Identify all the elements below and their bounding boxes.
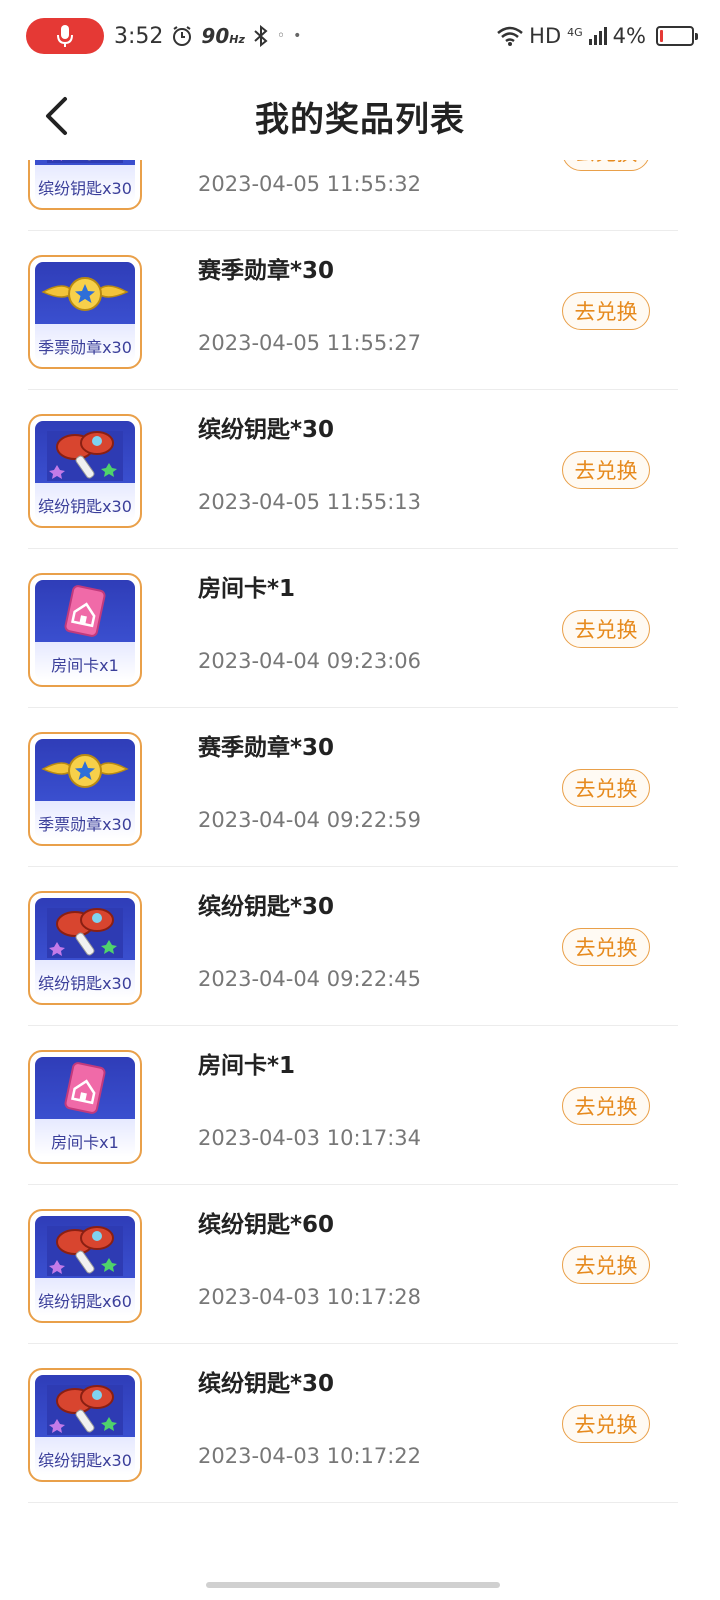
prize-item: 缤纷钥匙x30 缤纷钥匙*30 2023-04-04 09:22:45 去兑换 [28, 867, 678, 1026]
room-card-icon [35, 580, 135, 646]
prize-name: 赛季勋章*30 [198, 258, 335, 284]
prize-name: 缤纷钥匙*30 [198, 894, 335, 920]
key-icon [35, 421, 135, 487]
prize-thumbnail-label: 季票勋章x30 [38, 338, 132, 357]
prize-name: 赛季勋章*30 [198, 735, 335, 761]
prize-time: 2023-04-04 09:22:45 [198, 967, 422, 991]
prize-item: 缤纷钥匙x30 缤纷钥匙*30 2023-04-05 11:55:32 去兑换 [28, 160, 678, 231]
redeem-button[interactable]: 去兑换 [562, 1405, 650, 1443]
battery-percent: 4% [612, 24, 646, 48]
prize-item: 季票勋章x30 赛季勋章*30 2023-04-04 09:22:59 去兑换 [28, 708, 678, 867]
prize-time: 2023-04-05 11:55:13 [198, 490, 422, 514]
prize-name: 房间卡*1 [198, 1053, 296, 1079]
wifi-icon [497, 26, 523, 46]
prize-thumbnail-label: 缤纷钥匙x30 [38, 497, 132, 516]
prize-time: 2023-04-04 09:22:59 [198, 808, 422, 832]
prize-thumbnail: 缤纷钥匙x60 [28, 1209, 142, 1323]
prize-thumbnail: 缤纷钥匙x30 [28, 1368, 142, 1482]
chevron-left-icon [46, 97, 67, 135]
signal-icon [588, 27, 607, 45]
prize-thumbnail: 房间卡x1 [28, 573, 142, 687]
prize-thumbnail-label: 缤纷钥匙x60 [38, 1292, 132, 1311]
refresh-rate: 90Hz [201, 24, 245, 48]
prize-thumbnail-label: 季票勋章x30 [38, 815, 132, 834]
key-icon [35, 1216, 135, 1282]
prize-item: 季票勋章x30 赛季勋章*30 2023-04-05 11:55:27 去兑换 [28, 231, 678, 390]
battery-icon [656, 26, 698, 46]
home-indicator[interactable] [206, 1582, 500, 1588]
prize-thumbnail-label: 缤纷钥匙x30 [38, 1451, 132, 1470]
prize-time: 2023-04-03 10:17:34 [198, 1126, 422, 1150]
medal-icon [35, 262, 135, 328]
battery-level [660, 30, 663, 42]
prize-thumbnail-label: 房间卡x1 [51, 656, 119, 675]
prize-item: 房间卡x1 房间卡*1 2023-04-03 10:17:34 去兑换 [28, 1026, 678, 1185]
notification-dot-icon: ◦ [276, 28, 286, 44]
redeem-button[interactable]: 去兑换 [562, 610, 650, 648]
prize-time: 2023-04-03 10:17:28 [198, 1285, 422, 1309]
prize-thumbnail: 房间卡x1 [28, 1050, 142, 1164]
prize-name: 缤纷钥匙*30 [198, 417, 335, 443]
status-time: 3:52 [114, 23, 164, 49]
prize-thumbnail: 季票勋章x30 [28, 732, 142, 846]
page-title: 我的奖品列表 [255, 99, 465, 140]
redeem-button[interactable]: 去兑换 [562, 1087, 650, 1125]
prize-item: 缤纷钥匙x30 缤纷钥匙*30 2023-04-03 10:17:22 去兑换 [28, 1344, 678, 1503]
microphone-icon [57, 25, 73, 47]
redeem-button[interactable]: 去兑换 [562, 928, 650, 966]
prize-thumbnail-label: 缤纷钥匙x30 [38, 974, 132, 993]
header: 我的奖品列表 [0, 72, 720, 160]
bluetooth-icon [254, 25, 268, 47]
prize-thumbnail: 缤纷钥匙x30 [28, 160, 142, 210]
key-icon [35, 160, 135, 169]
signal-type: 4G [567, 26, 583, 39]
prize-item: 缤纷钥匙x60 缤纷钥匙*60 2023-04-03 10:17:28 去兑换 [28, 1185, 678, 1344]
prize-item: 房间卡x1 房间卡*1 2023-04-04 09:23:06 去兑换 [28, 549, 678, 708]
prize-list[interactable]: 缤纷钥匙x30 缤纷钥匙*30 2023-04-05 11:55:32 去兑换 … [0, 160, 720, 1580]
microphone-indicator[interactable] [26, 18, 104, 54]
prize-thumbnail: 季票勋章x30 [28, 255, 142, 369]
prize-time: 2023-04-05 11:55:27 [198, 331, 422, 355]
notification-dot-icon: • [293, 28, 302, 44]
prize-time: 2023-04-05 11:55:32 [198, 172, 422, 196]
back-button[interactable] [34, 94, 78, 138]
redeem-button[interactable]: 去兑换 [562, 451, 650, 489]
key-icon [35, 1375, 135, 1441]
status-bar: 3:52 90Hz ◦ • HD 4G 4% [0, 0, 720, 72]
prize-name: 缤纷钥匙*60 [198, 1212, 335, 1238]
alarm-icon [173, 26, 192, 46]
room-card-icon [35, 1057, 135, 1123]
redeem-button[interactable]: 去兑换 [562, 1246, 650, 1284]
prize-thumbnail: 缤纷钥匙x30 [28, 891, 142, 1005]
key-icon [35, 898, 135, 964]
redeem-button[interactable]: 去兑换 [562, 292, 650, 330]
prize-thumbnail: 缤纷钥匙x30 [28, 414, 142, 528]
network-type: HD [529, 24, 562, 48]
prize-time: 2023-04-04 09:23:06 [198, 649, 422, 673]
redeem-button[interactable]: 去兑换 [562, 769, 650, 807]
redeem-button[interactable]: 去兑换 [562, 160, 650, 171]
prize-name: 缤纷钥匙*30 [198, 1371, 335, 1397]
prize-thumbnail-label: 房间卡x1 [51, 1133, 119, 1152]
prize-thumbnail-label: 缤纷钥匙x30 [38, 179, 132, 198]
prize-item: 缤纷钥匙x30 缤纷钥匙*30 2023-04-05 11:55:13 去兑换 [28, 390, 678, 549]
medal-icon [35, 739, 135, 805]
prize-name: 房间卡*1 [198, 576, 296, 602]
prize-time: 2023-04-03 10:17:22 [198, 1444, 422, 1468]
